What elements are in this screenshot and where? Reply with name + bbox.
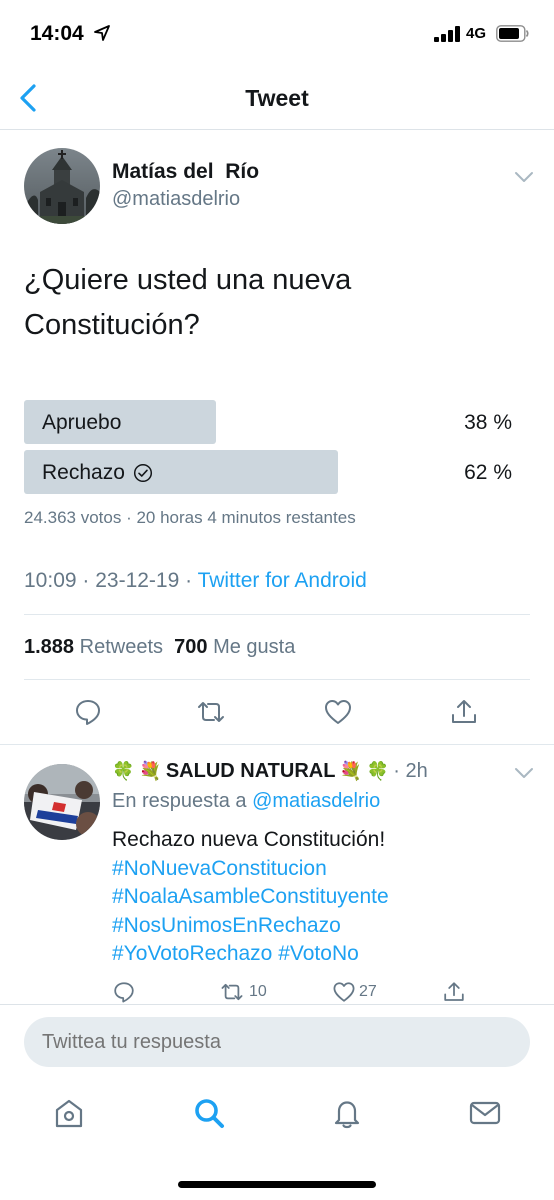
reply-author-name: SALUD NATURAL	[165, 760, 336, 782]
reply-like-button[interactable]: 27	[332, 980, 377, 1004]
reply-name-emoji-left: 🍀 💐	[112, 761, 162, 781]
status-bar: 14:04 4G	[0, 0, 554, 66]
hashtag-link[interactable]: #NoalaAsambleConstituyente	[112, 885, 389, 908]
reply-like-count: 27	[359, 983, 377, 1000]
divider	[24, 614, 530, 615]
location-arrow-icon	[94, 25, 110, 41]
source-link[interactable]: Twitter for Android	[198, 569, 367, 592]
share-icon[interactable]	[449, 697, 479, 727]
hashtag-link[interactable]: #YoVotoRechazo	[112, 942, 272, 965]
reply-name-emoji-right: 💐 🍀	[339, 761, 390, 781]
heart-icon[interactable]	[323, 697, 353, 727]
retweet-icon	[221, 983, 243, 1001]
poll-percent-apruebo: 38 %	[464, 411, 512, 434]
home-indicator	[178, 1181, 376, 1188]
tweet-text: ¿Quiere usted una nueva Constitución?	[24, 258, 524, 348]
divider	[24, 679, 530, 680]
rally-photo-image	[24, 764, 100, 840]
reply-header[interactable]: 🍀 💐 SALUD NATURAL 💐 🍀 · 2h	[112, 760, 428, 783]
reply-mention-link[interactable]: @matiasdelrio	[252, 790, 380, 812]
nav-bar: Tweet	[0, 66, 554, 130]
timestamp-text: 10:09 · 23-12-19 ·	[24, 569, 198, 592]
reply-time: · 2h	[393, 760, 428, 782]
tweet-text-line2: Constitución?	[24, 309, 200, 341]
home-icon[interactable]	[52, 1096, 86, 1130]
chevron-down-icon[interactable]	[513, 170, 535, 184]
chevron-down-icon[interactable]	[513, 766, 535, 780]
reply-text: Rechazo nueva Constitución! #NoNuevaCons…	[112, 826, 532, 969]
likes-stat[interactable]: 700 Me gusta	[174, 636, 295, 658]
retweets-stat[interactable]: 1.888 Retweets	[24, 636, 163, 658]
signal-icon	[434, 26, 460, 42]
author-handle[interactable]: @matiasdelrio	[112, 188, 240, 211]
tweet-stats: 1.888 Retweets 700 Me gusta	[24, 636, 295, 659]
reply-author-avatar[interactable]	[24, 764, 100, 840]
reply-share-button[interactable]	[442, 980, 466, 1004]
compose-bar	[0, 1004, 554, 1078]
retweet-icon[interactable]	[196, 697, 226, 727]
tweet-text-line1: ¿Quiere usted una nueva	[24, 264, 352, 296]
heart-icon	[333, 982, 355, 1002]
network-type: 4G	[466, 25, 487, 42]
church-photo-image	[24, 148, 100, 224]
share-icon	[444, 982, 464, 1001]
retweets-count: 1.888	[24, 636, 75, 658]
page-title: Tweet	[245, 85, 309, 111]
reply-retweet-count: 10	[249, 983, 267, 1000]
likes-label: Me gusta	[213, 636, 296, 658]
reply-retweet-button[interactable]: 10	[218, 980, 267, 1004]
poll-option-rechazo[interactable]: Rechazo 62 %	[24, 450, 530, 494]
messages-icon[interactable]	[468, 1096, 502, 1130]
poll-meta: 24.363 votos · 20 horas 4 minutos restan…	[24, 508, 356, 527]
hashtag-link[interactable]: #NoNuevaConstitucion	[112, 857, 327, 880]
section-separator	[0, 744, 554, 745]
hashtag-link[interactable]: #VotoNo	[278, 942, 359, 965]
hashtag-link[interactable]: #NosUnimosEnRechazo	[112, 914, 341, 937]
reply-text-line: Rechazo nueva Constitución!	[112, 828, 386, 851]
reply-reply-button[interactable]	[112, 980, 136, 1004]
reply-prefix: En respuesta a	[112, 790, 253, 812]
reply-actions: 10 27	[112, 980, 532, 1004]
reply-context: En respuesta a @matiasdelrio	[112, 790, 380, 813]
search-icon[interactable]	[192, 1096, 226, 1130]
likes-count: 700	[174, 636, 208, 658]
notifications-icon[interactable]	[330, 1096, 364, 1130]
poll-percent-rechazo: 62 %	[464, 461, 512, 484]
poll-option-apruebo[interactable]: Apruebo 38 %	[24, 400, 530, 444]
status-time: 14:04	[30, 22, 84, 45]
tweet-timestamp: 10:09 · 23-12-19 · Twitter for Android	[24, 569, 367, 593]
poll-label-apruebo: Apruebo	[42, 411, 122, 434]
check-circle-icon	[133, 463, 152, 483]
retweets-label: Retweets	[79, 636, 163, 658]
reply-icon	[114, 982, 134, 1003]
reply-compose-input[interactable]	[24, 1017, 530, 1067]
author-avatar[interactable]	[24, 148, 100, 224]
battery-icon	[496, 25, 529, 42]
reply-icon[interactable]	[73, 697, 103, 727]
poll-label-rechazo: Rechazo	[42, 461, 125, 484]
author-name[interactable]: Matías del Río	[112, 160, 259, 184]
